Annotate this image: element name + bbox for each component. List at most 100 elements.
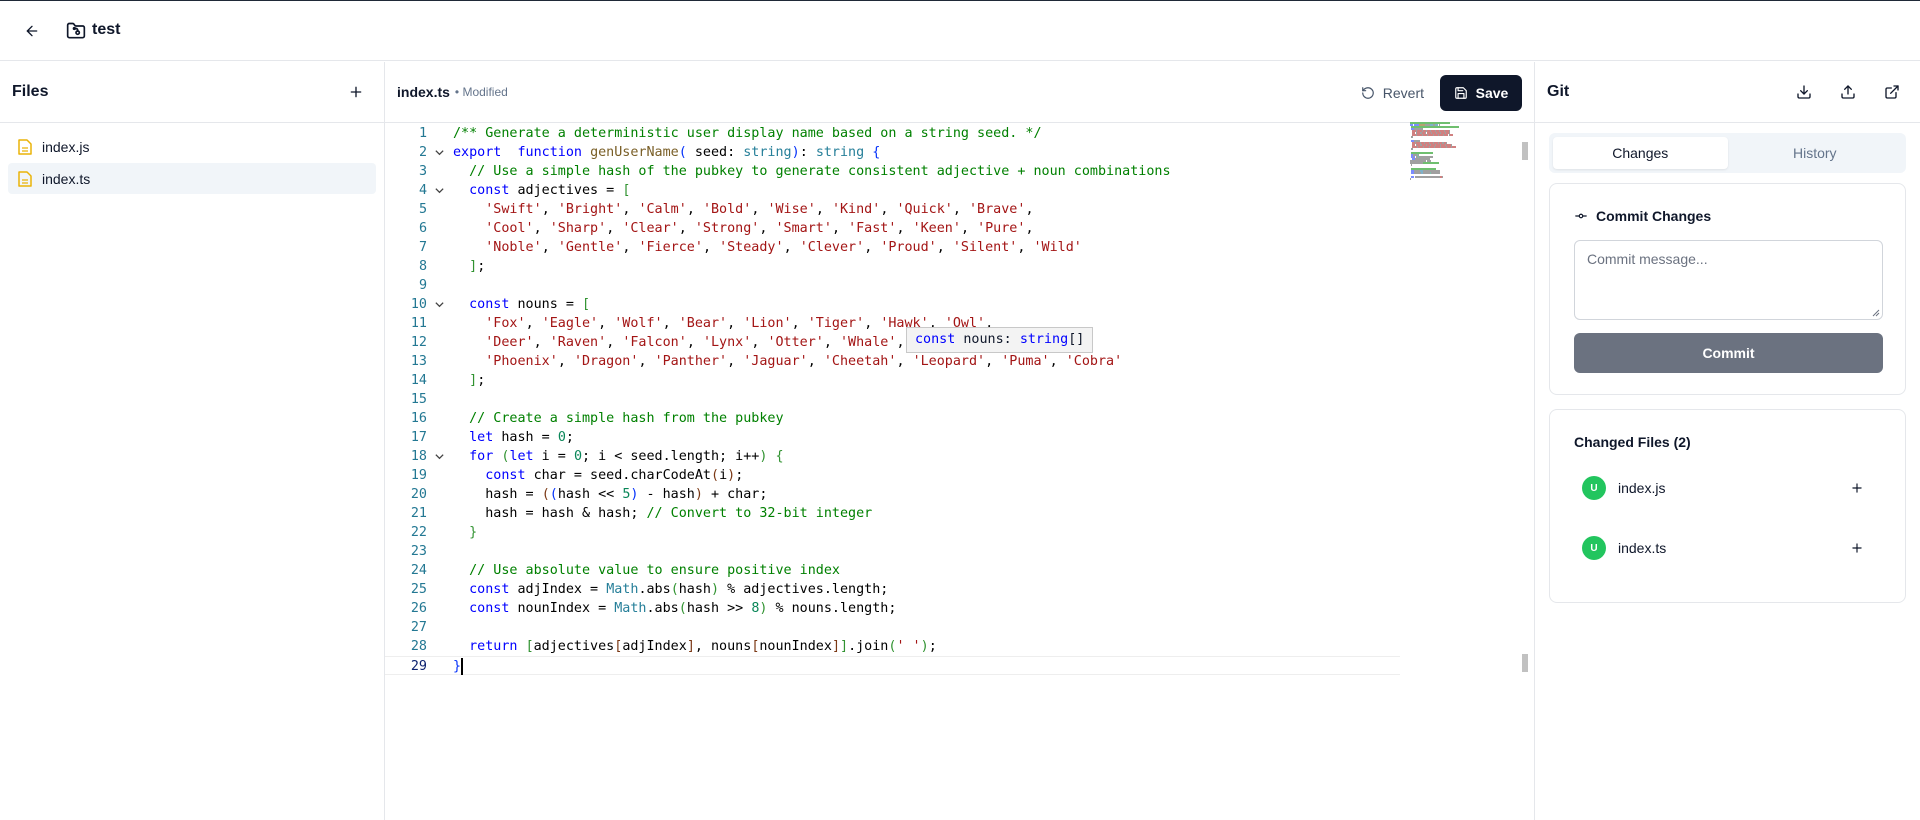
code-line[interactable]: 28 return [adjectives[adjIndex], nouns[n… bbox=[385, 637, 1400, 656]
line-number: 26 bbox=[410, 601, 427, 616]
arrow-left-icon bbox=[26, 25, 38, 37]
code-line[interactable]: 29} bbox=[385, 656, 1400, 675]
code-line[interactable]: 26 const nounIndex = Math.abs(hash >> 8)… bbox=[385, 599, 1400, 618]
hover-tooltip: const nouns: string[] bbox=[906, 327, 1094, 353]
file-item-index-js[interactable]: index.js bbox=[8, 131, 376, 162]
line-number: 28 bbox=[410, 639, 427, 654]
pull-button[interactable] bbox=[1788, 76, 1820, 108]
code-text: hash = ((hash << 5) - hash) + char; bbox=[453, 487, 768, 502]
code-line[interactable]: 22 } bbox=[385, 523, 1400, 542]
code-text: const nounIndex = Math.abs(hash >> 8) % … bbox=[469, 601, 897, 616]
code-editor[interactable]: 1 /** Generate a deterministic user displ… bbox=[385, 124, 1535, 820]
download-icon bbox=[1797, 85, 1811, 99]
code-line[interactable]: 8 ]; bbox=[385, 257, 1400, 276]
scrollbar-marker-top[interactable] bbox=[1522, 142, 1528, 160]
line-number: 1 bbox=[418, 126, 427, 141]
open-external-button[interactable] bbox=[1876, 76, 1908, 108]
new-file-button[interactable] bbox=[340, 76, 372, 108]
line-number: 19 bbox=[410, 468, 427, 483]
tab-changes[interactable]: Changes bbox=[1553, 137, 1728, 169]
code-line[interactable]: 27 bbox=[385, 618, 1400, 637]
line-number: 5 bbox=[418, 202, 427, 217]
git-panel: Git Changes History Commit Changes Commi… bbox=[1535, 62, 1920, 820]
stage-file-button[interactable] bbox=[1847, 538, 1867, 558]
editor-panel: index.ts • Modified Revert Save 1 /** Gen… bbox=[385, 62, 1535, 820]
commit-message-input[interactable]: Commit message... bbox=[1574, 240, 1883, 320]
rotate-ccw-icon bbox=[1361, 87, 1374, 99]
line-number: 18 bbox=[410, 449, 427, 464]
code-line[interactable]: 14 ]; bbox=[385, 371, 1400, 390]
changed-file-name: index.js bbox=[1618, 480, 1666, 496]
code-line[interactable]: 18 for (let i = 0; i < seed.length; i++)… bbox=[385, 447, 1400, 466]
line-number: 20 bbox=[410, 487, 427, 502]
code-line[interactable]: 25 const adjIndex = Math.abs(hash) % adj… bbox=[385, 580, 1400, 599]
fold-chevron-icon[interactable] bbox=[433, 447, 445, 466]
code-line[interactable]: 15 bbox=[385, 390, 1400, 409]
file-name: index.ts bbox=[42, 170, 91, 187]
tab-history[interactable]: History bbox=[1728, 137, 1903, 169]
line-number: 6 bbox=[418, 221, 427, 236]
code-line[interactable]: 4 const adjectives = [ bbox=[385, 181, 1400, 200]
code-line[interactable]: 5 'Swift', 'Bright', 'Calm', 'Bold', 'Wi… bbox=[385, 200, 1400, 219]
code-line[interactable]: 12 'Deer', 'Raven', 'Falcon', 'Lynx', 'O… bbox=[385, 333, 1400, 352]
code-text: hash = hash & hash; // Convert to 32-bit… bbox=[453, 506, 873, 521]
plus-icon bbox=[1852, 483, 1862, 493]
code-line[interactable]: 11 'Fox', 'Eagle', 'Wolf', 'Bear', 'Lion… bbox=[385, 314, 1400, 333]
external-link-icon bbox=[1885, 85, 1899, 99]
fold-chevron-icon[interactable] bbox=[433, 143, 445, 162]
code-line[interactable]: 7 'Noble', 'Gentle', 'Fierce', 'Steady',… bbox=[385, 238, 1400, 257]
changed-file-row[interactable]: U index.ts bbox=[1574, 518, 1881, 578]
tooltip-type: string bbox=[1019, 332, 1069, 347]
code-line[interactable]: 6 'Cool', 'Sharp', 'Clear', 'Strong', 'S… bbox=[385, 219, 1400, 238]
line-number: 14 bbox=[410, 373, 427, 388]
code-line[interactable]: 24 // Use absolute value to ensure posit… bbox=[385, 561, 1400, 580]
code-line[interactable]: 20 hash = ((hash << 5) - hash) + char; bbox=[385, 485, 1400, 504]
code-line[interactable]: 13 'Phoenix', 'Dragon', 'Panther', 'Jagu… bbox=[385, 352, 1400, 371]
line-number: 16 bbox=[410, 411, 427, 426]
files-panel: Files index.js index.ts bbox=[0, 62, 385, 820]
line-number: 29 bbox=[410, 659, 427, 674]
commit-button[interactable]: Commit bbox=[1574, 333, 1883, 373]
revert-label: Revert bbox=[1382, 85, 1424, 101]
line-number: 22 bbox=[410, 525, 427, 540]
code-line[interactable]: 19 const char = seed.charCodeAt(i); bbox=[385, 466, 1400, 485]
code-line[interactable]: 3 // Use a simple hash of the pubkey to … bbox=[385, 162, 1400, 181]
line-number: 12 bbox=[410, 335, 427, 350]
fold-chevron-icon[interactable] bbox=[433, 295, 445, 314]
resize-handle-icon[interactable] bbox=[1872, 309, 1880, 317]
commit-card-title: Commit Changes bbox=[1574, 208, 1881, 224]
revert-button[interactable]: Revert bbox=[1351, 76, 1434, 110]
plus-icon bbox=[350, 86, 362, 98]
changed-file-row[interactable]: U index.js bbox=[1574, 458, 1881, 518]
line-number: 10 bbox=[410, 297, 427, 312]
push-button[interactable] bbox=[1832, 76, 1864, 108]
upload-icon bbox=[1841, 85, 1855, 99]
line-number: 15 bbox=[410, 392, 427, 407]
code-text: /** Generate a deterministic user displa… bbox=[453, 126, 1042, 141]
untracked-status-badge: U bbox=[1582, 476, 1606, 500]
code-line[interactable]: 10 const nouns = [ bbox=[385, 295, 1400, 314]
file-item-index-ts[interactable]: index.ts bbox=[8, 163, 376, 194]
code-line[interactable]: 2 export function genUserName( seed: stri… bbox=[385, 143, 1400, 162]
code-line[interactable]: 16 // Create a simple hash from the pubk… bbox=[385, 409, 1400, 428]
code-line[interactable]: 17 let hash = 0; bbox=[385, 428, 1400, 447]
code-text: 'Swift', 'Bright', 'Calm', 'Bold', 'Wise… bbox=[485, 202, 1034, 217]
back-button[interactable] bbox=[16, 15, 48, 47]
git-tabs: Changes History bbox=[1549, 133, 1906, 173]
code-line[interactable]: 23 bbox=[385, 542, 1400, 561]
fold-chevron-icon[interactable] bbox=[433, 181, 445, 200]
code-line[interactable]: 1 /** Generate a deterministic user displ… bbox=[385, 124, 1400, 143]
code-line[interactable]: 21 hash = hash & hash; // Convert to 32-… bbox=[385, 504, 1400, 523]
tooltip-name: nouns: bbox=[955, 332, 1020, 347]
code-line[interactable]: 9 bbox=[385, 276, 1400, 295]
editor-filename: index.ts bbox=[397, 84, 450, 100]
save-button[interactable]: Save bbox=[1440, 75, 1522, 111]
line-number: 21 bbox=[410, 506, 427, 521]
code-minimap[interactable] bbox=[1410, 122, 1510, 182]
commit-message-placeholder: Commit message... bbox=[1587, 251, 1708, 267]
code-text: const adjIndex = Math.abs(hash) % adject… bbox=[469, 582, 889, 597]
top-bar: test bbox=[0, 1, 1920, 61]
editor-header: index.ts • Modified Revert Save bbox=[385, 62, 1534, 123]
file-icon bbox=[18, 138, 32, 155]
stage-file-button[interactable] bbox=[1847, 478, 1867, 498]
